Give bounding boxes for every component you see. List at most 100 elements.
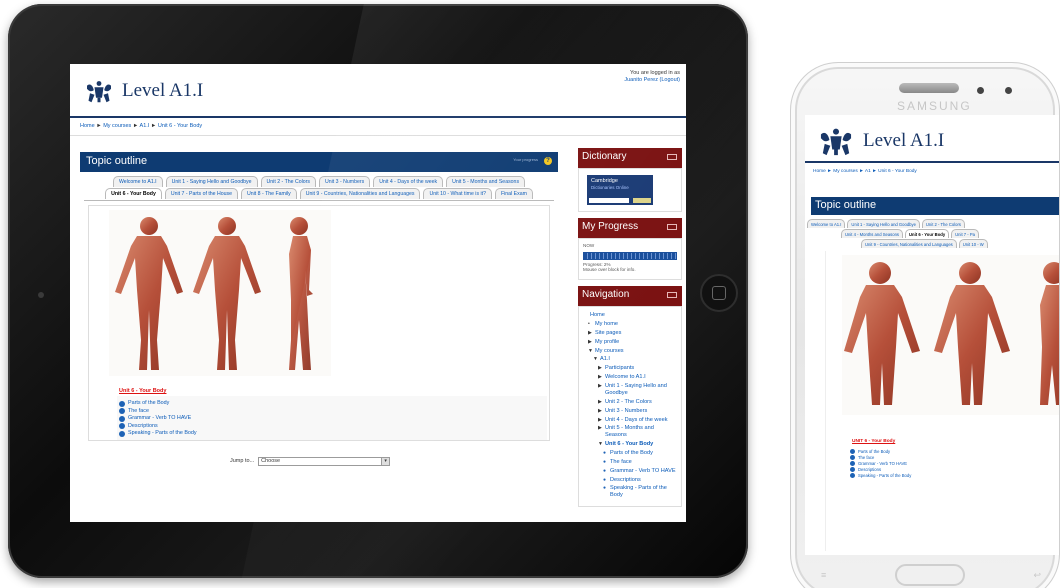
phone-tab-unit-4-months-and-seasons[interactable]: Unit 4 - Months and Seasons	[841, 229, 904, 238]
section-title-link[interactable]: Unit 6 - Your Body	[119, 388, 166, 395]
tab-final-exam[interactable]: Final Exam	[494, 188, 533, 200]
dictionary-block-header: Dictionary	[578, 148, 682, 168]
activity-icon	[850, 449, 855, 454]
navigation-block-header: Navigation	[578, 286, 682, 306]
tab-welcome-to-a1-i[interactable]: Welcome to A1.I	[112, 176, 163, 188]
logout-link[interactable]: Juanito Perez (Logout)	[624, 77, 680, 84]
home-button[interactable]	[700, 274, 738, 312]
nav-item-grammar-verb-to-have[interactable]: ● Grammar - Verb TO HAVE	[583, 468, 677, 475]
tab-unit-10-what-time-is-it[interactable]: Unit 10 - What time is it?	[423, 188, 492, 200]
navigation-block: Home • My home ▶ Site pages ▶ My profile ▼ My co…	[578, 306, 682, 508]
tab-unit-7-parts-of-the-house[interactable]: Unit 7 - Parts of the House	[164, 188, 238, 200]
block-control-icon[interactable]	[667, 154, 677, 160]
nav-item-unit-3-numbers[interactable]: ▶ Unit 3 - Numbers	[583, 408, 677, 415]
nav-item-unit-1-saying-hello-and-goodbye[interactable]: ▶ Unit 1 - Saying Hello and Goodbye	[583, 383, 677, 396]
activity-icon	[119, 400, 125, 407]
site-logo[interactable]: Level A1.I	[84, 78, 203, 104]
activity-link[interactable]: Parts of the Body	[850, 449, 911, 454]
activity-icon: ●	[603, 458, 607, 465]
phone-tab-unit-9-countries-nationalities-and-languages[interactable]: Unit 9 - Countries, Nationalities and La…	[861, 239, 957, 248]
main-content: Topic outline Your progress ? Welcome to…	[80, 152, 558, 512]
tab-unit-5-months-and-seasons[interactable]: Unit 5 - Months and Seasons	[446, 176, 526, 188]
nav-item-my-profile[interactable]: ▶ My profile	[583, 339, 677, 346]
jump-select[interactable]: Choose ▾	[258, 457, 391, 466]
activity-link[interactable]: Parts of the Body	[119, 400, 545, 407]
activity-link[interactable]: Speaking - Parts of the Body	[119, 430, 545, 437]
nav-item-home[interactable]: Home	[583, 312, 677, 319]
tree-toggle-icon: ▼	[593, 356, 598, 363]
activity-link[interactable]: The face	[119, 408, 545, 415]
tree-toggle-icon: ▼	[588, 347, 593, 354]
activity-icon: ●	[603, 467, 607, 474]
phone-section-title-link[interactable]: UNIT 6 - Your Body	[852, 439, 895, 444]
dictionary-search-input[interactable]	[589, 198, 629, 203]
nav-item-welcome-to-a1-i[interactable]: ▶ Welcome to A1.I	[583, 374, 677, 381]
menu-button[interactable]: ≡	[821, 570, 826, 580]
activity-icon	[119, 430, 125, 437]
progress-bar[interactable]	[583, 251, 677, 260]
phone-tab-unit-1-saying-hello-and-goodbye[interactable]: Unit 1 - Saying Hello and Goodbye	[847, 219, 920, 228]
dictionary-search-button[interactable]	[633, 198, 651, 203]
site-header: Level A1.I You are logged in as Juanito …	[70, 64, 686, 118]
breadcrumb-home[interactable]: Home	[80, 123, 95, 129]
nav-item-unit-4-days-of-the-week[interactable]: ▶ Unit 4 - Days of the week	[583, 417, 677, 424]
nav-item-unit-5-months-and-seasons[interactable]: ▶ Unit 5 - Months and Seasons	[583, 425, 677, 438]
tree-toggle-icon	[583, 312, 590, 319]
phone-tab-unit-2-the-colors[interactable]: Unit 2 - The Colors	[921, 219, 965, 228]
phone-tab-unit-10-w[interactable]: Unit 10 - W	[958, 239, 988, 248]
tab-unit-1-saying-hello-and-goodbye[interactable]: Unit 1 - Saying Hello and Goodbye	[165, 176, 258, 188]
nav-item-my-courses[interactable]: ▼ My courses	[583, 348, 677, 355]
nav-item-a1-i[interactable]: ▼ A1.I	[583, 356, 677, 363]
back-button[interactable]: ↩	[1033, 570, 1041, 581]
nav-item-site-pages[interactable]: ▶ Site pages	[583, 330, 677, 337]
activity-link[interactable]: Grammar - Verb TO HAVE	[850, 461, 911, 466]
block-control-icon[interactable]	[667, 224, 677, 230]
tab-unit-6-your-body[interactable]: Unit 6 - Your Body	[105, 188, 162, 200]
phone-device: SAMSUNG Level A1.I Home ► My courses ► A…	[790, 62, 1060, 588]
phone-site-logo[interactable]: Level A1.I	[817, 125, 944, 157]
nav-item-unit-6-your-body[interactable]: ▼ Unit 6 - Your Body	[583, 441, 677, 448]
activity-link[interactable]: The face	[850, 455, 911, 460]
tab-unit-9-countries-nationalities-and-languages[interactable]: Unit 9 - Countries, Nationalities and La…	[299, 188, 421, 200]
breadcrumb-current[interactable]: Unit 6 - Your Body	[158, 123, 202, 129]
phone-tab-welcome-to-a1-i[interactable]: Welcome to A1.I	[807, 219, 846, 228]
tab-unit-4-days-of-the-week[interactable]: Unit 4 - Days of the week	[373, 176, 444, 188]
site-title: Level A1.I	[122, 79, 204, 101]
nav-item-my-home[interactable]: • My home	[583, 321, 677, 328]
nav-item-the-face[interactable]: ● The face	[583, 459, 677, 466]
phone-home-button[interactable]	[894, 564, 965, 586]
tab-unit-2-the-colors[interactable]: Unit 2 - The Colors	[260, 176, 316, 188]
tab-unit-8-the-family[interactable]: Unit 8 - The Family	[241, 188, 297, 200]
activity-link[interactable]: Speaking - Parts of the Body	[850, 473, 911, 478]
nav-item-unit-2-the-colors[interactable]: ▶ Unit 2 - The Colors	[583, 399, 677, 406]
section-content: Unit 6 - Your Body Parts of the Body The …	[88, 205, 550, 442]
progress-block: NOW Progress: 2% Mouse over block for in…	[578, 238, 682, 280]
help-icon[interactable]: ?	[544, 157, 552, 165]
phone-tab-unit-7-pa[interactable]: Unit 7 - Pa	[951, 229, 979, 238]
progress-hint-text: Mouse over block for info.	[583, 267, 636, 272]
block-control-icon[interactable]	[667, 292, 677, 298]
nav-item-parts-of-the-body[interactable]: ● Parts of the Body	[583, 450, 677, 457]
breadcrumb-my-courses[interactable]: My courses	[103, 123, 131, 129]
breadcrumb-course[interactable]: A1.I	[140, 123, 150, 129]
cambridge-dictionary-widget[interactable]: Cambridge Dictionaries Online	[587, 175, 653, 205]
activity-link[interactable]: Descriptions	[119, 423, 545, 430]
jump-to: Jump to... Choose ▾	[230, 457, 391, 466]
jump-label: Jump to...	[230, 458, 255, 465]
phone-breadcrumb[interactable]: Home ► My courses ► A1 ► Unit 6 - Your B…	[805, 163, 1059, 193]
activity-link[interactable]: Descriptions	[850, 467, 911, 472]
tab-row-2: Unit 6 - Your Body Unit 7 - Parts of the …	[84, 188, 554, 200]
speaker-grille	[899, 83, 959, 93]
phone-screen: Level A1.I Home ► My courses ► A1 ► Unit…	[805, 115, 1059, 555]
progress-hint: Your progress	[513, 157, 538, 162]
activity-link[interactable]: Grammar - Verb TO HAVE	[119, 415, 545, 422]
activity-icon	[850, 455, 855, 460]
tree-toggle-icon: ▶	[588, 329, 592, 336]
phone-tab-unit-6-your-body[interactable]: Unit 6 - Your Body	[905, 229, 950, 238]
nav-item-participants[interactable]: ▶ Participants	[583, 365, 677, 372]
nav-item-descriptions[interactable]: ● Descriptions	[583, 477, 677, 484]
tab-unit-3-numbers[interactable]: Unit 3 - Numbers	[318, 176, 371, 188]
nav-item-speaking-parts-of-the-body[interactable]: ● Speaking - Parts of the Body	[583, 485, 677, 498]
activity-list: Parts of the Body The face Grammar - Verb …	[117, 396, 547, 441]
activity-icon	[850, 473, 855, 478]
